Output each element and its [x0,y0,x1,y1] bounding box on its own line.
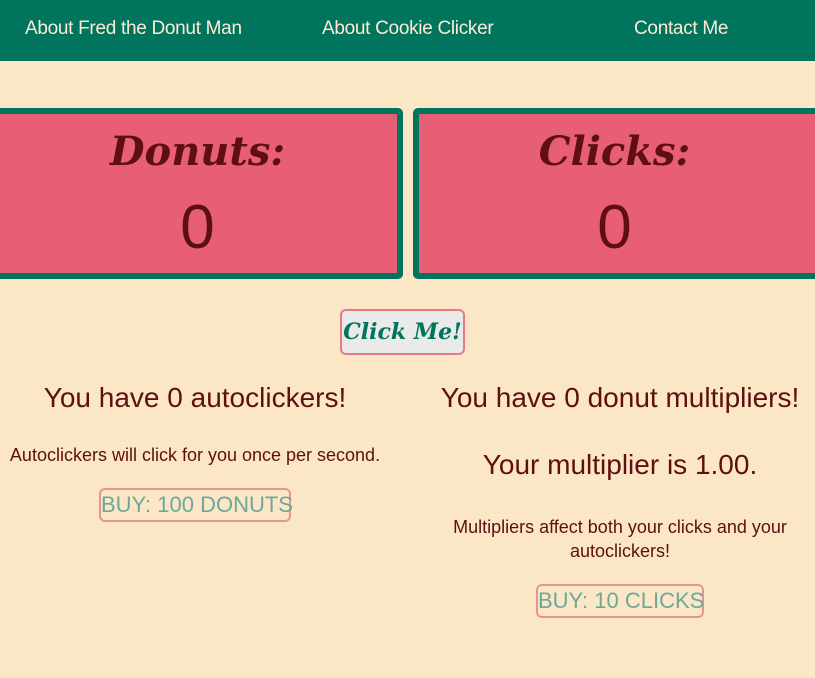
buy-autoclicker-button[interactable]: BUY: 100 DONUTS [99,488,293,522]
donuts-title: Donuts: [109,128,286,175]
donuts-panel: Donuts: 0 [0,108,403,279]
multiplier-value-text: Your multiplier is 1.00. [482,449,758,480]
nav-link-about-fred[interactable]: About Fred the Donut Man [25,18,242,40]
clicks-title: Clicks: [538,128,691,175]
autoclickers-heading: You have 0 autoclickers! [43,382,347,413]
autoclickers-description: Autoclickers will click for you once per… [9,445,381,465]
click-me-button[interactable]: Click Me! [340,309,465,355]
clicks-count: 0 [597,193,632,262]
top-nav: About Fred the Donut Man About Cookie Cl… [0,0,815,61]
nav-link-contact[interactable]: Contact Me [634,18,728,40]
buy-multiplier-button[interactable]: BUY: 10 CLICKS [536,584,704,618]
nav-link-about-cookie-clicker[interactable]: About Cookie Clicker [322,18,494,40]
donuts-count: 0 [180,193,215,262]
multipliers-heading: You have 0 donut multipliers! [440,382,800,413]
clicks-panel: Clicks: 0 [413,108,815,279]
multipliers-description: Multipliers affect both your clicks and … [453,517,787,561]
